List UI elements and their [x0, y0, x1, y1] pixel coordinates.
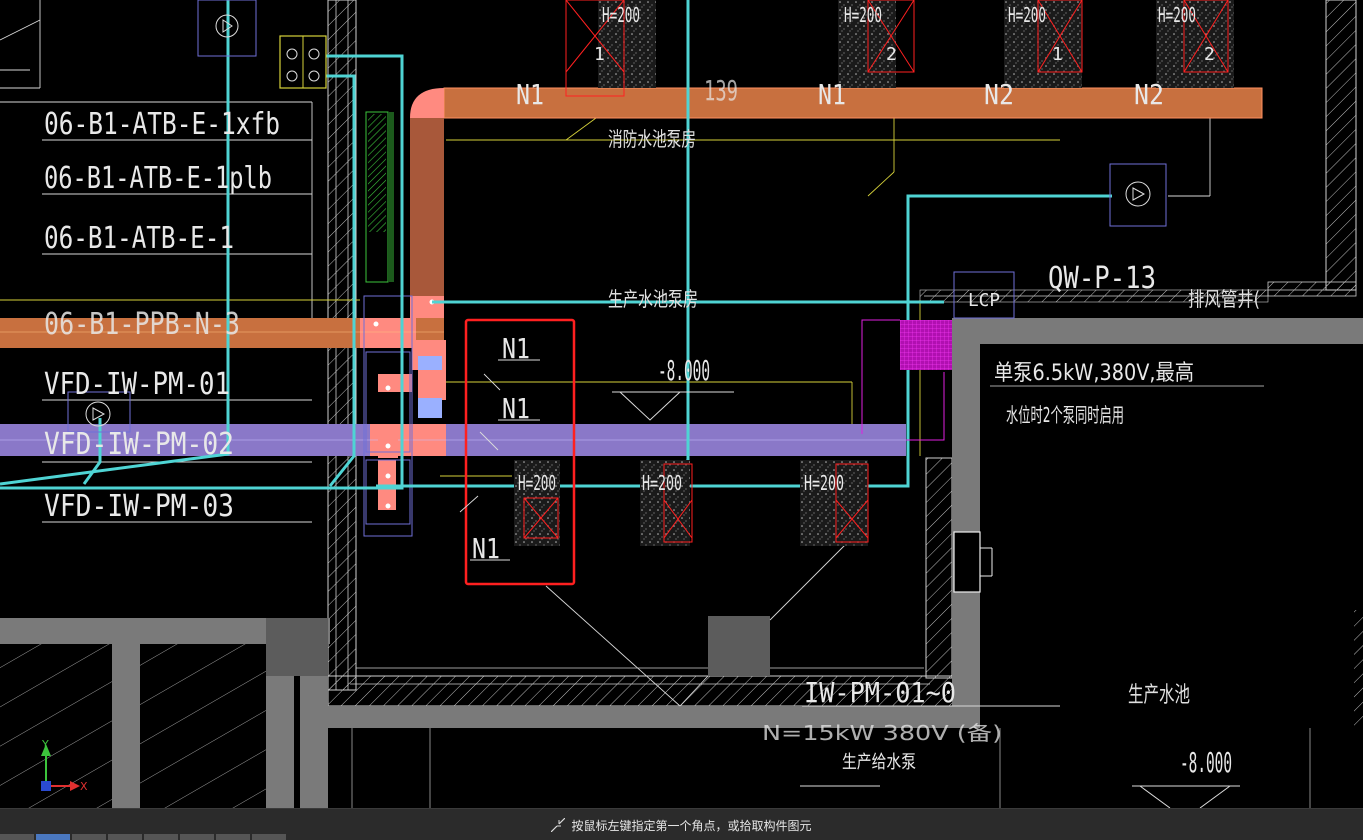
- pump-group-tag: IW-PM-01~0: [804, 676, 956, 709]
- label-atb-1plb: 06-B1-ATB-E-1plb: [44, 161, 272, 196]
- cad-viewport[interactable]: 06-B1-ATB-E-1xfb 06-B1-ATB-E-1plb 06-B1-…: [0, 0, 1363, 840]
- elev-pool: -8.000: [1180, 746, 1232, 779]
- strip-tab[interactable]: [72, 834, 106, 840]
- prod-pool-label: 生产水池: [1128, 683, 1190, 708]
- pump-spec-partial: N=15kW 380V (备): [762, 721, 1002, 745]
- green-grille: [365, 111, 394, 283]
- strip-tab[interactable]: [108, 834, 142, 840]
- pit-top-2-n: 2: [886, 44, 897, 65]
- pump-note-1: 单泵6.5kW,380V,最高: [994, 361, 1194, 386]
- strip-tab[interactable]: [216, 834, 250, 840]
- ucs-y-label: Y: [41, 738, 49, 751]
- label-vfd-02: VFD-IW-PM-02: [44, 427, 234, 462]
- tag-n1-a: N1: [516, 78, 544, 111]
- pit-bot-1-h: H=200: [518, 471, 556, 495]
- prod-pump-room-label: 生产水池泵房: [608, 287, 698, 311]
- ucs-x-label: X: [80, 780, 88, 793]
- pit-top-1-n: 1: [594, 44, 605, 65]
- left-equipment-labels: 06-B1-ATB-E-1xfb 06-B1-ATB-E-1plb 06-B1-…: [44, 107, 280, 524]
- strip-tab[interactable]: [252, 834, 286, 840]
- label-atb-1xfb: 06-B1-ATB-E-1xfb: [44, 107, 280, 142]
- elev-pump-room: -8.000: [658, 354, 710, 387]
- pit-top-4-h: H=200: [1158, 3, 1196, 27]
- pump-name-partial: 生产给水泵: [842, 752, 916, 773]
- pump-symbol-top-right[interactable]: [1109, 163, 1167, 227]
- pit-top-2-h: H=200: [844, 3, 882, 27]
- valve-box[interactable]: [279, 35, 327, 89]
- fire-pump-room-label: 消防水池泵房: [608, 127, 696, 151]
- strip-tab[interactable]: [180, 834, 214, 840]
- tag-139: 139: [704, 74, 738, 107]
- label-vfd-03: VFD-IW-PM-03: [44, 489, 234, 524]
- tag-box-n1-top: N1: [502, 332, 530, 365]
- pit-top-3-h: H=200: [1008, 3, 1046, 27]
- tag-n2-a: N2: [984, 78, 1014, 111]
- label-atb-1: 06-B1-ATB-E-1: [44, 221, 234, 256]
- pit-top-1-h: H=200: [602, 3, 640, 27]
- label-ppb-n-3: 06-B1-PPB-N-3: [44, 307, 240, 342]
- tag-n1-b: N1: [818, 78, 846, 111]
- lcp-tag: LCP: [968, 290, 1000, 311]
- crosshair-cursor-icon: [551, 817, 566, 833]
- strip-tab[interactable]: [0, 834, 34, 840]
- pit-bot-2-h: H=200: [642, 471, 682, 495]
- tag-n2-b: N2: [1134, 78, 1164, 111]
- command-prompt-text: 按鼠标左键指定第一个角点，或拾取构件图元: [571, 818, 812, 833]
- exhaust-shaft-label: 排风管井(: [1188, 287, 1260, 311]
- pump-note-2: 水位时2个泵同时启用: [1006, 403, 1124, 427]
- strip-tab[interactable]: [144, 834, 178, 840]
- pit-bot-3-h: H=200: [804, 471, 844, 495]
- label-vfd-01: VFD-IW-PM-01: [44, 367, 230, 402]
- pit-top-3-n: 1: [1052, 44, 1063, 65]
- drawing-canvas[interactable]: 06-B1-ATB-E-1xfb 06-B1-ATB-E-1plb 06-B1-…: [0, 0, 1363, 808]
- pit-top-4-n: 2: [1204, 44, 1215, 65]
- bottom-tab-strip[interactable]: [0, 834, 340, 840]
- strip-tab-active[interactable]: [36, 834, 70, 840]
- tag-box-n1-mid: N1: [502, 392, 530, 425]
- tag-box-n1-bot: N1: [472, 532, 500, 565]
- qw-tag: QW-P-13: [1048, 261, 1156, 296]
